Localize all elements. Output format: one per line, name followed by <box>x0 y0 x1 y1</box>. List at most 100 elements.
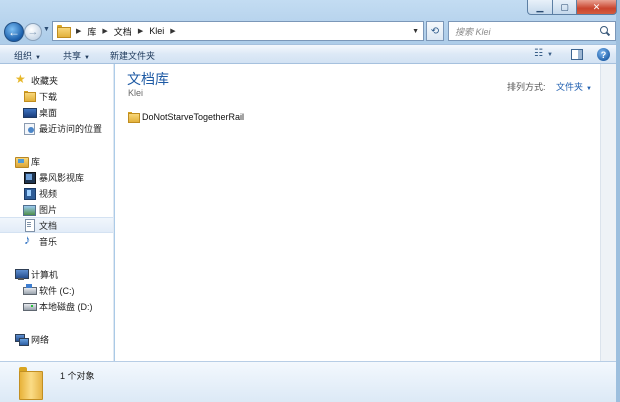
breadcrumb-library[interactable]: 库 <box>87 25 96 38</box>
organize-button[interactable]: 组织 ▼ <box>14 49 41 62</box>
forward-arrow-icon: → <box>27 26 39 38</box>
file-name: DoNotStarveTogetherRail <box>142 112 245 122</box>
address-dropdown-icon[interactable]: ▼ <box>412 28 419 35</box>
forward-button[interactable]: → <box>24 23 42 41</box>
chevron-right-icon[interactable]: ▶ <box>138 27 143 35</box>
search-input[interactable]: 搜索 Klei <box>455 25 599 38</box>
chevron-down-icon: ▼ <box>546 52 553 58</box>
nav-network-label: 网络 <box>31 334 50 345</box>
folder-icon <box>127 111 140 123</box>
refresh-button[interactable]: ⟲ <box>426 21 444 41</box>
chevron-right-icon[interactable]: ▶ <box>76 27 81 35</box>
object-count: 1 个对象 <box>60 371 95 381</box>
star-icon <box>15 72 27 86</box>
picture-icon <box>23 203 36 216</box>
arrange-by-dropdown[interactable]: 文件夹 ▼ <box>556 82 592 92</box>
downloads-folder-icon <box>23 90 36 102</box>
vertical-scrollbar[interactable] <box>600 64 616 361</box>
chevron-right-icon[interactable]: ▶ <box>102 27 107 35</box>
folder-icon <box>17 367 43 400</box>
computer-icon <box>15 268 29 280</box>
nav-item-recent-places[interactable]: 最近访问的位置 <box>0 120 113 136</box>
nav-libraries[interactable]: 库 <box>0 153 113 169</box>
chevron-down-icon: ▼ <box>35 55 41 61</box>
nav-item-label: 暴风影视库 <box>39 172 85 183</box>
library-subtitle: Klei <box>128 88 144 98</box>
nav-item-videos[interactable]: 视频 <box>0 185 113 201</box>
nav-computer[interactable]: 计算机 <box>0 266 113 282</box>
breadcrumb-klei[interactable]: Klei <box>149 26 164 36</box>
nav-favorites[interactable]: 收藏夹 <box>0 72 113 88</box>
folder-icon <box>56 24 71 38</box>
chevron-right-icon[interactable]: ▶ <box>170 27 175 35</box>
nav-favorites-label: 收藏夹 <box>31 75 59 86</box>
nav-item-label: 下载 <box>39 91 58 102</box>
library-icon <box>15 155 29 168</box>
nav-item-label: 视频 <box>39 188 58 199</box>
nav-item-downloads[interactable]: 下载 <box>0 88 113 104</box>
nav-libraries-label: 库 <box>31 156 41 167</box>
arrange-by-label: 排列方式: <box>507 82 546 92</box>
chevron-down-icon: ▼ <box>84 55 90 61</box>
explorer-window: ▁ ▢ ✕ ← → ▼ ▶ 库 ▶ 文档 ▶ Klei ▶ ▼ ⟲ 搜索 Kle… <box>0 0 620 402</box>
nav-computer-label: 计算机 <box>31 269 59 280</box>
nav-item-music[interactable]: 音乐 <box>0 232 113 249</box>
breadcrumb-documents[interactable]: 文档 <box>114 25 132 38</box>
new-folder-label: 新建文件夹 <box>110 51 156 61</box>
details-pane: 1 个对象 <box>0 361 616 402</box>
document-icon <box>23 219 35 232</box>
minimize-icon: ▁ <box>536 1 544 12</box>
preview-pane-icon[interactable] <box>571 49 583 60</box>
address-bar[interactable]: ▶ 库 ▶ 文档 ▶ Klei ▶ ▼ <box>52 21 424 41</box>
command-bar: 组织 ▼ 共享 ▼ 新建文件夹 ☷ ▼ ? <box>0 44 616 64</box>
arrange-by: 排列方式: 文件夹 ▼ <box>507 80 592 93</box>
nav-item-label: 音乐 <box>39 236 58 247</box>
nav-item-label: 最近访问的位置 <box>39 123 103 134</box>
nav-item-label: 图片 <box>39 204 58 215</box>
recent-places-icon <box>23 122 35 135</box>
desktop-icon <box>23 106 37 118</box>
network-icon <box>15 333 29 346</box>
nav-item-pictures[interactable]: 图片 <box>0 201 113 217</box>
nav-item-desktop[interactable]: 桌面 <box>0 104 113 120</box>
nav-item-label: 文档 <box>39 220 58 231</box>
nav-item-drive-c[interactable]: 软件 (C:) <box>0 282 113 298</box>
title-bar[interactable]: ▁ ▢ ✕ <box>0 0 620 18</box>
search-icon[interactable] <box>599 25 611 37</box>
search-box[interactable]: 搜索 Klei <box>448 21 616 41</box>
media-library-icon <box>23 171 36 184</box>
view-icon: ☷ <box>534 48 543 59</box>
navigation-pane: 收藏夹 下载 桌面 最近访问的位置 库 暴风影视库 视频 图片 <box>0 64 114 361</box>
new-folder-button[interactable]: 新建文件夹 <box>110 49 155 62</box>
navigation-row: ← → ▼ ▶ 库 ▶ 文档 ▶ Klei ▶ ▼ ⟲ 搜索 Klei <box>0 18 620 44</box>
window-controls: ▁ ▢ ✕ <box>527 0 617 15</box>
help-icon[interactable]: ? <box>597 48 610 61</box>
view-options-button[interactable]: ☷ ▼ <box>534 48 553 59</box>
back-button[interactable]: ← <box>4 22 24 42</box>
nav-item-documents[interactable]: 文档 <box>0 217 113 233</box>
nav-item-label: 本地磁盘 (D:) <box>39 301 93 312</box>
nav-item-baofeng-library[interactable]: 暴风影视库 <box>0 169 113 185</box>
file-list-pane[interactable]: 文档库 Klei 排列方式: 文件夹 ▼ DoNotStarveTogetherR… <box>115 64 600 361</box>
nav-item-drive-d[interactable]: 本地磁盘 (D:) <box>0 298 113 314</box>
arrange-by-value: 文件夹 <box>556 82 584 92</box>
close-button[interactable]: ✕ <box>577 0 617 15</box>
library-title: 文档库 <box>127 71 169 87</box>
recent-pages-dropdown[interactable]: ▼ <box>43 26 50 33</box>
nav-network[interactable]: 网络 <box>0 331 113 347</box>
nav-item-label: 软件 (C:) <box>39 285 75 296</box>
nav-item-label: 桌面 <box>39 107 58 118</box>
music-icon <box>23 232 35 247</box>
video-icon <box>23 187 36 200</box>
maximize-icon: ▢ <box>560 1 569 12</box>
back-arrow-icon: ← <box>8 25 20 39</box>
list-item[interactable]: DoNotStarveTogetherRail <box>127 110 244 124</box>
close-icon: ✕ <box>592 1 601 12</box>
minimize-button[interactable]: ▁ <box>527 0 553 15</box>
chevron-down-icon: ▼ <box>586 86 592 92</box>
local-disk-icon <box>23 300 37 312</box>
maximize-button[interactable]: ▢ <box>553 0 577 15</box>
share-label: 共享 <box>63 51 82 61</box>
share-button[interactable]: 共享 ▼ <box>63 49 90 62</box>
organize-label: 组织 <box>14 51 33 61</box>
